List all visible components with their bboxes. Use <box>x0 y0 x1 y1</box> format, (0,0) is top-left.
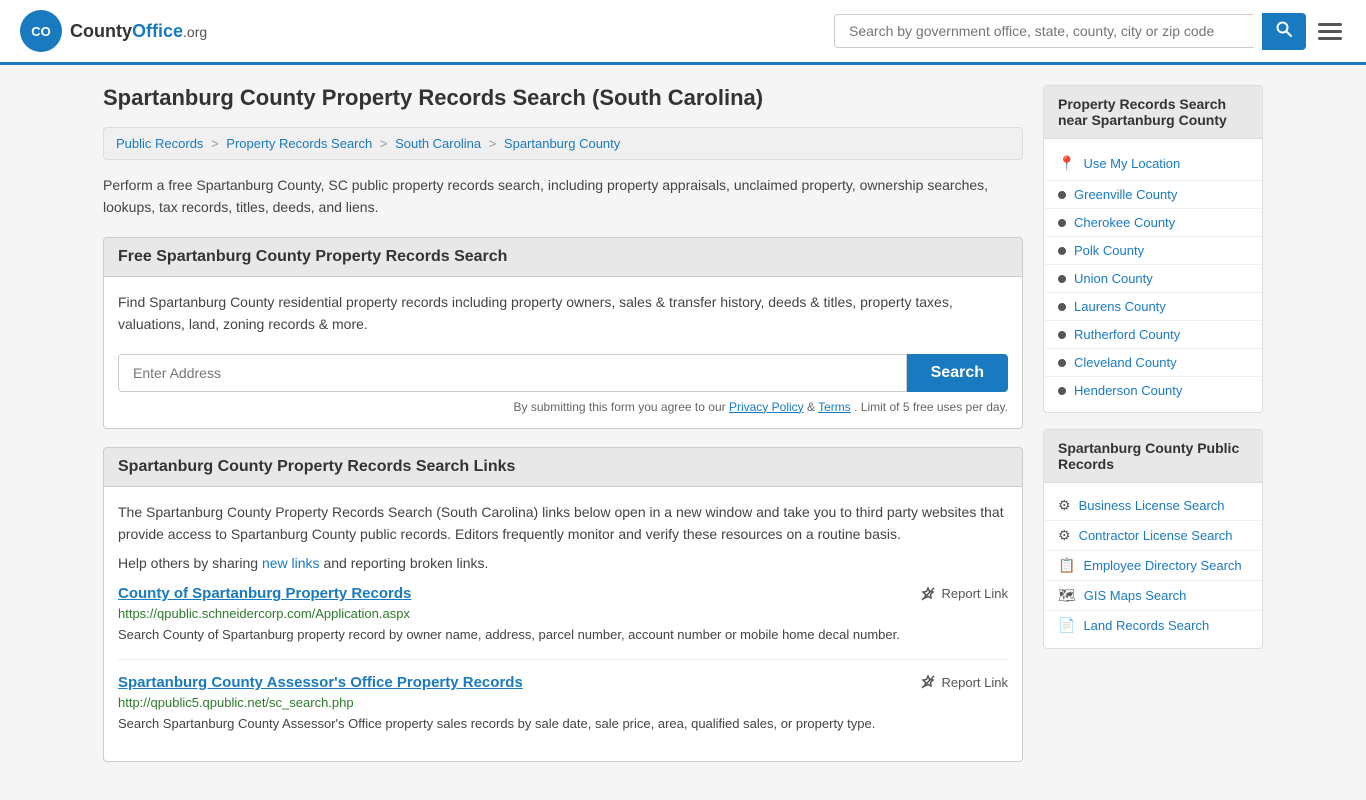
gis-maps-item[interactable]: 🗺 GIS Maps Search <box>1044 581 1262 611</box>
public-records-section: Spartanburg County Public Records ⚙ Busi… <box>1043 429 1263 649</box>
resource-url-1: https://qpublic.schneidercorp.com/Applic… <box>118 606 1008 621</box>
list-icon: 📋 <box>1058 557 1075 574</box>
dot-icon <box>1058 191 1066 199</box>
nearby-section: Property Records Search near Spartanburg… <box>1043 85 1263 413</box>
sidebar-county-polk[interactable]: Polk County <box>1044 237 1262 265</box>
free-search-heading: Free Spartanburg County Property Records… <box>103 237 1023 277</box>
use-location-item[interactable]: 📍 Use My Location <box>1044 147 1262 181</box>
breadcrumb-property-records[interactable]: Property Records Search <box>226 136 372 151</box>
resource-header: County of Spartanburg Property Records R… <box>118 585 1008 602</box>
sidebar-county-rutherford[interactable]: Rutherford County <box>1044 321 1262 349</box>
header-search-input[interactable] <box>834 14 1254 48</box>
links-section-body: The Spartanburg County Property Records … <box>103 487 1023 763</box>
business-license-item[interactable]: ⚙ Business License Search <box>1044 491 1262 521</box>
dot-icon <box>1058 275 1066 283</box>
employee-directory-item[interactable]: 📋 Employee Directory Search <box>1044 551 1262 581</box>
contractor-license-item[interactable]: ⚙ Contractor License Search <box>1044 521 1262 551</box>
sidebar-county-greenville[interactable]: Greenville County <box>1044 181 1262 209</box>
main-wrapper: Spartanburg County Property Records Sear… <box>83 65 1283 800</box>
share-links: Help others by sharing new links and rep… <box>118 555 1008 571</box>
logo-icon: CO <box>20 10 62 52</box>
resource-header: Spartanburg County Assessor's Office Pro… <box>118 674 1008 691</box>
gear-icon: ⚙ <box>1058 527 1071 544</box>
dot-icon <box>1058 219 1066 227</box>
new-links-link[interactable]: new links <box>262 555 320 571</box>
free-search-section: Find Spartanburg County residential prop… <box>103 277 1023 429</box>
use-location-link[interactable]: Use My Location <box>1083 156 1180 171</box>
dot-icon <box>1058 247 1066 255</box>
sidebar-county-laurens[interactable]: Laurens County <box>1044 293 1262 321</box>
sidebar: Property Records Search near Spartanburg… <box>1043 85 1263 780</box>
public-records-links: ⚙ Business License Search ⚙ Contractor L… <box>1044 483 1262 648</box>
resource-title-1[interactable]: County of Spartanburg Property Records <box>118 585 411 602</box>
breadcrumb-sep: > <box>380 136 391 151</box>
resource-desc-1: Search County of Spartanburg property re… <box>118 625 1008 645</box>
links-description: The Spartanburg County Property Records … <box>118 501 1008 546</box>
sidebar-county-cherokee[interactable]: Cherokee County <box>1044 209 1262 237</box>
svg-text:CO: CO <box>31 24 51 39</box>
breadcrumb-public-records[interactable]: Public Records <box>116 136 203 151</box>
resource-item: Spartanburg County Assessor's Office Pro… <box>118 660 1008 748</box>
map-icon: 🗺 <box>1058 587 1076 604</box>
sidebar-county-union[interactable]: Union County <box>1044 265 1262 293</box>
report-icon <box>920 586 936 602</box>
hamburger-menu-button[interactable] <box>1314 19 1346 44</box>
gear-icon: ⚙ <box>1058 497 1071 514</box>
logo[interactable]: CO CountyOffice.org <box>20 10 207 52</box>
free-search-description: Find Spartanburg County residential prop… <box>118 291 1008 336</box>
dot-icon <box>1058 331 1066 339</box>
resource-title-2[interactable]: Spartanburg County Assessor's Office Pro… <box>118 674 523 691</box>
breadcrumb-sep: > <box>211 136 222 151</box>
address-search-row: Search <box>118 354 1008 392</box>
dot-icon <box>1058 387 1066 395</box>
public-records-heading: Spartanburg County Public Records <box>1044 430 1262 483</box>
address-search-button[interactable]: Search <box>907 354 1008 392</box>
report-icon <box>920 674 936 690</box>
resource-url-2: http://qpublic5.qpublic.net/sc_search.ph… <box>118 695 1008 710</box>
logo-text: CountyOffice.org <box>70 21 207 42</box>
page-title: Spartanburg County Property Records Sear… <box>103 85 1023 111</box>
terms-link[interactable]: Terms <box>818 400 851 414</box>
breadcrumb-south-carolina[interactable]: South Carolina <box>395 136 481 151</box>
report-link-button-2[interactable]: Report Link <box>920 674 1008 690</box>
breadcrumb-spartanburg[interactable]: Spartanburg County <box>504 136 620 151</box>
breadcrumb: Public Records > Property Records Search… <box>103 127 1023 160</box>
form-disclaimer: By submitting this form you agree to our… <box>118 400 1008 414</box>
header-search-container <box>834 13 1346 50</box>
nearby-links: 📍 Use My Location Greenville County Cher… <box>1044 139 1262 412</box>
location-pin-icon: 📍 <box>1058 155 1075 172</box>
intro-description: Perform a free Spartanburg County, SC pu… <box>103 174 1023 219</box>
resource-desc-2: Search Spartanburg County Assessor's Off… <box>118 714 1008 734</box>
nearby-heading: Property Records Search near Spartanburg… <box>1044 86 1262 139</box>
site-header: CO CountyOffice.org <box>0 0 1366 65</box>
dot-icon <box>1058 359 1066 367</box>
sidebar-county-henderson[interactable]: Henderson County <box>1044 377 1262 404</box>
header-search-button[interactable] <box>1262 13 1306 50</box>
land-records-item[interactable]: 📄 Land Records Search <box>1044 611 1262 640</box>
document-icon: 📄 <box>1058 617 1075 634</box>
privacy-policy-link[interactable]: Privacy Policy <box>729 400 804 414</box>
address-input[interactable] <box>118 354 907 392</box>
hamburger-line <box>1318 37 1342 40</box>
content-area: Spartanburg County Property Records Sear… <box>103 85 1023 780</box>
links-section-heading: Spartanburg County Property Records Sear… <box>103 447 1023 487</box>
breadcrumb-sep: > <box>489 136 500 151</box>
dot-icon <box>1058 303 1066 311</box>
resource-item: County of Spartanburg Property Records R… <box>118 571 1008 660</box>
report-link-button-1[interactable]: Report Link <box>920 586 1008 602</box>
hamburger-line <box>1318 23 1342 26</box>
sidebar-county-cleveland[interactable]: Cleveland County <box>1044 349 1262 377</box>
hamburger-line <box>1318 30 1342 33</box>
